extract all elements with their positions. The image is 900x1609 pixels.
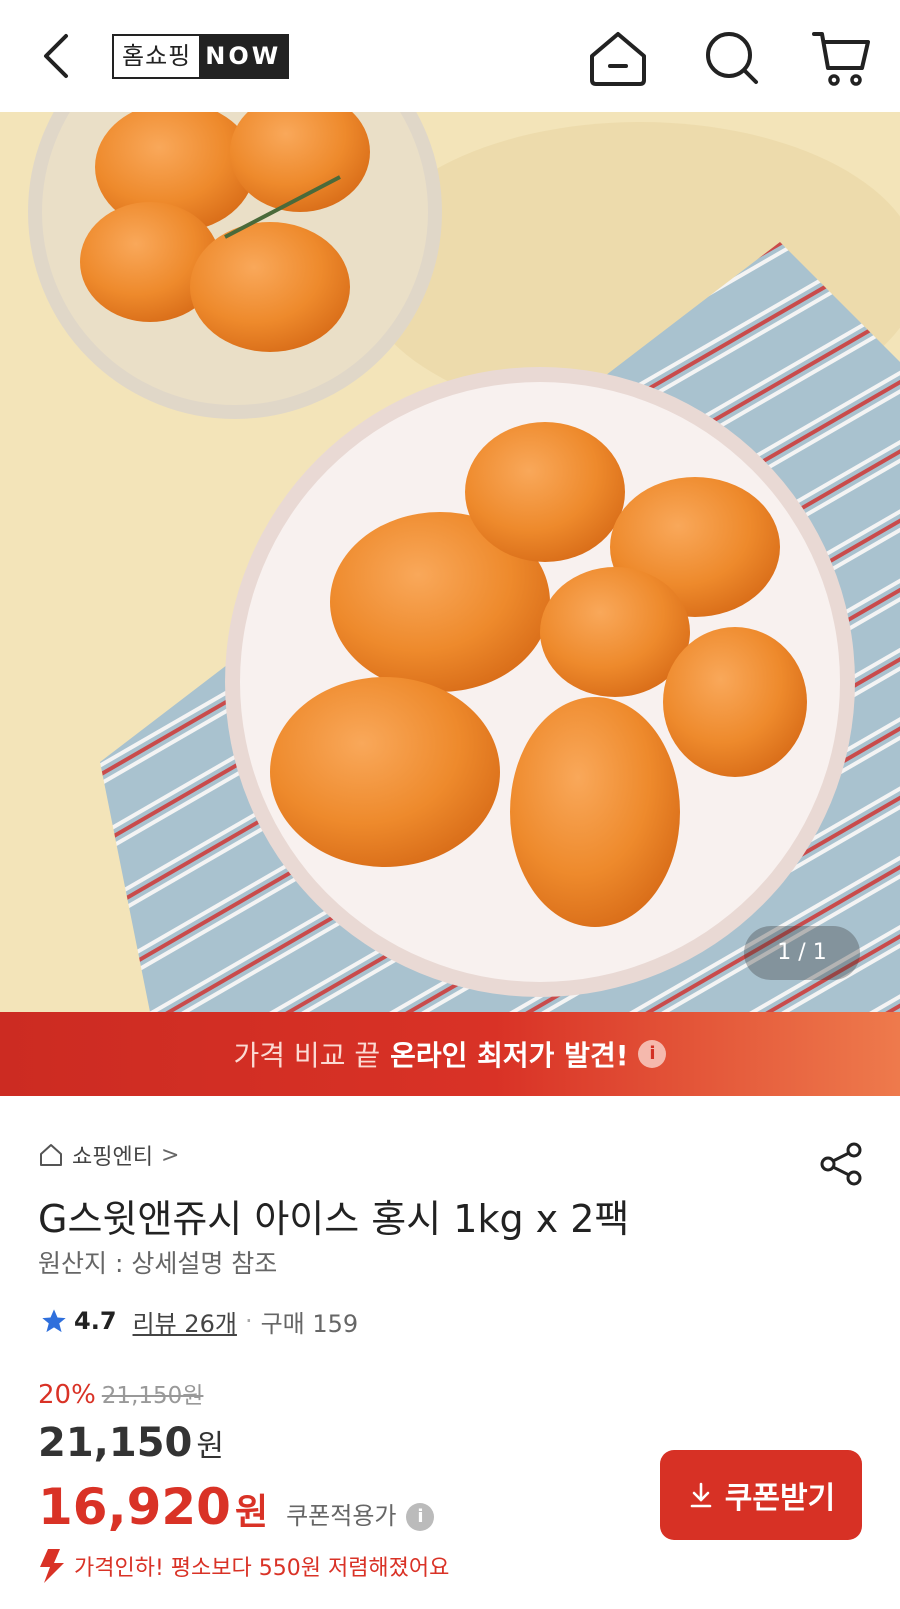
- home-outline-icon: [40, 1144, 62, 1166]
- product-image-carousel[interactable]: 1 / 1: [0, 112, 900, 1012]
- rating-row: 4.7 리뷰 26개 · 구매 159: [40, 1303, 358, 1339]
- price-drop-arrow-icon: [40, 1549, 64, 1583]
- coupon-price: 16,920 원 쿠폰적용가 i: [38, 1478, 435, 1536]
- download-icon: [690, 1482, 712, 1508]
- purchase-count: 구매 159: [260, 1309, 359, 1338]
- discount-row: 20% 21,150원: [38, 1376, 203, 1410]
- logo-text-en: NOW: [199, 36, 288, 77]
- home-icon[interactable]: [586, 26, 650, 90]
- lowest-price-banner[interactable]: 가격 비교 끝 온라인 최저가 발견! i: [0, 1012, 900, 1096]
- logo-text-kr: 홈쇼핑: [122, 42, 192, 70]
- original-price: 21,150원: [101, 1383, 204, 1409]
- separator-dot: ·: [244, 1307, 253, 1335]
- info-icon[interactable]: i: [406, 1503, 435, 1531]
- search-icon[interactable]: [700, 26, 764, 90]
- back-icon[interactable]: [34, 26, 84, 86]
- price-drop-text: 가격인하! 평소보다 550원 저렴해졌어요: [74, 1556, 450, 1581]
- reviews-link[interactable]: 리뷰 26개: [133, 1304, 237, 1339]
- sale-price-amount: 21,150: [38, 1420, 193, 1466]
- share-icon[interactable]: [818, 1140, 866, 1188]
- chevron-right-icon: >: [160, 1142, 180, 1168]
- breadcrumb-store: 쇼핑엔티: [72, 1145, 153, 1170]
- product-title: G스윗앤쥬시 아이스 홍시 1kg x 2팩: [38, 1197, 630, 1241]
- star-icon: [42, 1309, 66, 1333]
- discount-percent: 20%: [38, 1380, 96, 1410]
- sale-price: 21,150 원: [38, 1420, 224, 1466]
- product-origin: 원산지 : 상세설명 참조: [38, 1249, 278, 1278]
- coupon-price-unit: 원: [234, 1492, 269, 1533]
- sale-price-unit: 원: [196, 1429, 224, 1464]
- breadcrumb[interactable]: 쇼핑엔티 >: [38, 1138, 179, 1172]
- logo[interactable]: 홈쇼핑 NOW: [112, 34, 290, 79]
- product-photo: [0, 112, 900, 1012]
- cart-icon[interactable]: [810, 26, 874, 90]
- image-counter: 1 / 1: [744, 926, 860, 980]
- banner-text-light: 가격 비교 끝: [233, 1039, 381, 1072]
- coupon-price-label: 쿠폰적용가: [286, 1502, 397, 1530]
- info-icon[interactable]: i: [638, 1040, 667, 1068]
- price-drop-note: 가격인하! 평소보다 550원 저렴해졌어요: [38, 1546, 449, 1586]
- top-app-bar: 홈쇼핑 NOW: [0, 0, 900, 112]
- rating-score: 4.7: [74, 1307, 117, 1335]
- coupon-price-amount: 16,920: [38, 1478, 231, 1536]
- get-coupon-button[interactable]: 쿠폰받기: [660, 1450, 862, 1540]
- banner-text-bold: 온라인 최저가 발견!: [390, 1039, 629, 1072]
- get-coupon-label: 쿠폰받기: [724, 1482, 836, 1515]
